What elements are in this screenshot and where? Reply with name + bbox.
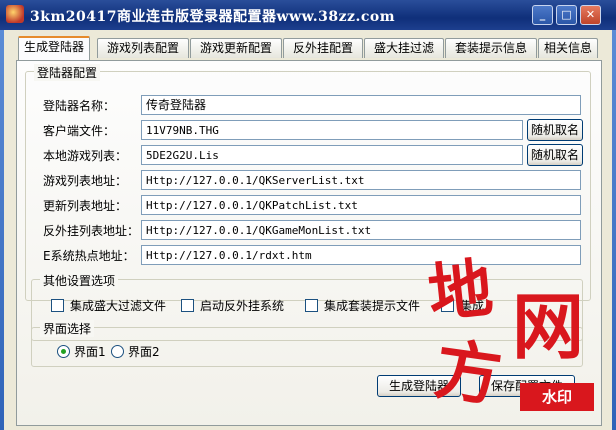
close-button[interactable]: ✕: [580, 5, 601, 25]
watermark-char-2: 网: [512, 284, 585, 369]
checkbox-shanda-filter[interactable]: 集成盛大过滤文件: [51, 297, 166, 314]
random-name-button[interactable]: 随机取名: [527, 144, 583, 166]
hotspot-url-input[interactable]: Http://127.0.0.1/rdxt.htm: [141, 245, 581, 265]
field-label-update-list-url: 更新列表地址：: [43, 199, 128, 213]
anti-cheat-list-url-input[interactable]: Http://127.0.0.1/QKGameMonList.txt: [141, 220, 581, 240]
field-label-local-game-list: 本地游戏列表：: [43, 149, 128, 163]
client-file-input[interactable]: 11V79NB.THG: [141, 120, 523, 140]
checkbox-anti-cheat[interactable]: 启动反外挂系统: [181, 297, 284, 314]
game-list-url-input[interactable]: Http://127.0.0.1/QKServerList.txt: [141, 170, 581, 190]
field-label-hotspot-url: E系统热点地址：: [43, 249, 135, 263]
radio-dot[interactable]: [111, 345, 124, 358]
minimize-button[interactable]: _: [532, 5, 553, 25]
tab-game-list-config[interactable]: 游戏列表配置: [97, 38, 189, 58]
watermark-char-3: 方: [430, 329, 507, 417]
launcher-name-input[interactable]: 传奇登陆器: [141, 95, 581, 115]
tab-set-tips[interactable]: 套装提示信息: [445, 38, 537, 58]
tab-generate-launcher[interactable]: 生成登陆器: [18, 36, 90, 60]
local-game-list-input[interactable]: 5DE2G2U.Lis: [141, 145, 523, 165]
window-title: 3km20417商业连击版登录器配置器www.38zz.com: [30, 9, 396, 25]
checkbox-box[interactable]: [305, 299, 318, 312]
field-label-launcher-name: 登陆器名称：: [43, 99, 116, 113]
update-list-url-input[interactable]: Http://127.0.0.1/QKPatchList.txt: [141, 195, 581, 215]
app-icon: [6, 5, 24, 23]
tab-anti-cheat-config[interactable]: 反外挂配置: [283, 38, 363, 58]
group-title: 其他设置选项: [40, 272, 119, 289]
watermark-badge: 水印: [520, 383, 594, 411]
group-title: 登陆器配置: [34, 64, 101, 81]
tab-about[interactable]: 相关信息: [538, 38, 598, 58]
checkbox-box[interactable]: [181, 299, 194, 312]
field-label-anti-cheat-list-url: 反外挂列表地址：: [43, 224, 140, 238]
title-bar[interactable]: 3km20417商业连击版登录器配置器www.38zz.com _ □ ✕: [0, 0, 616, 30]
radio-dot[interactable]: [57, 345, 70, 358]
radio-ui-2[interactable]: 界面2: [111, 343, 160, 360]
field-label-game-list-url: 游戏列表地址：: [43, 174, 128, 188]
random-name-button[interactable]: 随机取名: [527, 119, 583, 141]
checkbox-box[interactable]: [51, 299, 64, 312]
tab-shanda-filter[interactable]: 盛大挂过滤: [364, 38, 444, 58]
radio-ui-1[interactable]: 界面1: [57, 343, 106, 360]
app-window: 3km20417商业连击版登录器配置器www.38zz.com _ □ ✕ 生成…: [0, 0, 616, 430]
checkbox-set-tips[interactable]: 集成套装提示文件: [305, 297, 420, 314]
restore-button[interactable]: □: [556, 5, 577, 25]
tab-game-update-config[interactable]: 游戏更新配置: [190, 38, 282, 58]
field-label-client-file: 客户端文件：: [43, 124, 116, 138]
group-title: 界面选择: [40, 320, 95, 337]
